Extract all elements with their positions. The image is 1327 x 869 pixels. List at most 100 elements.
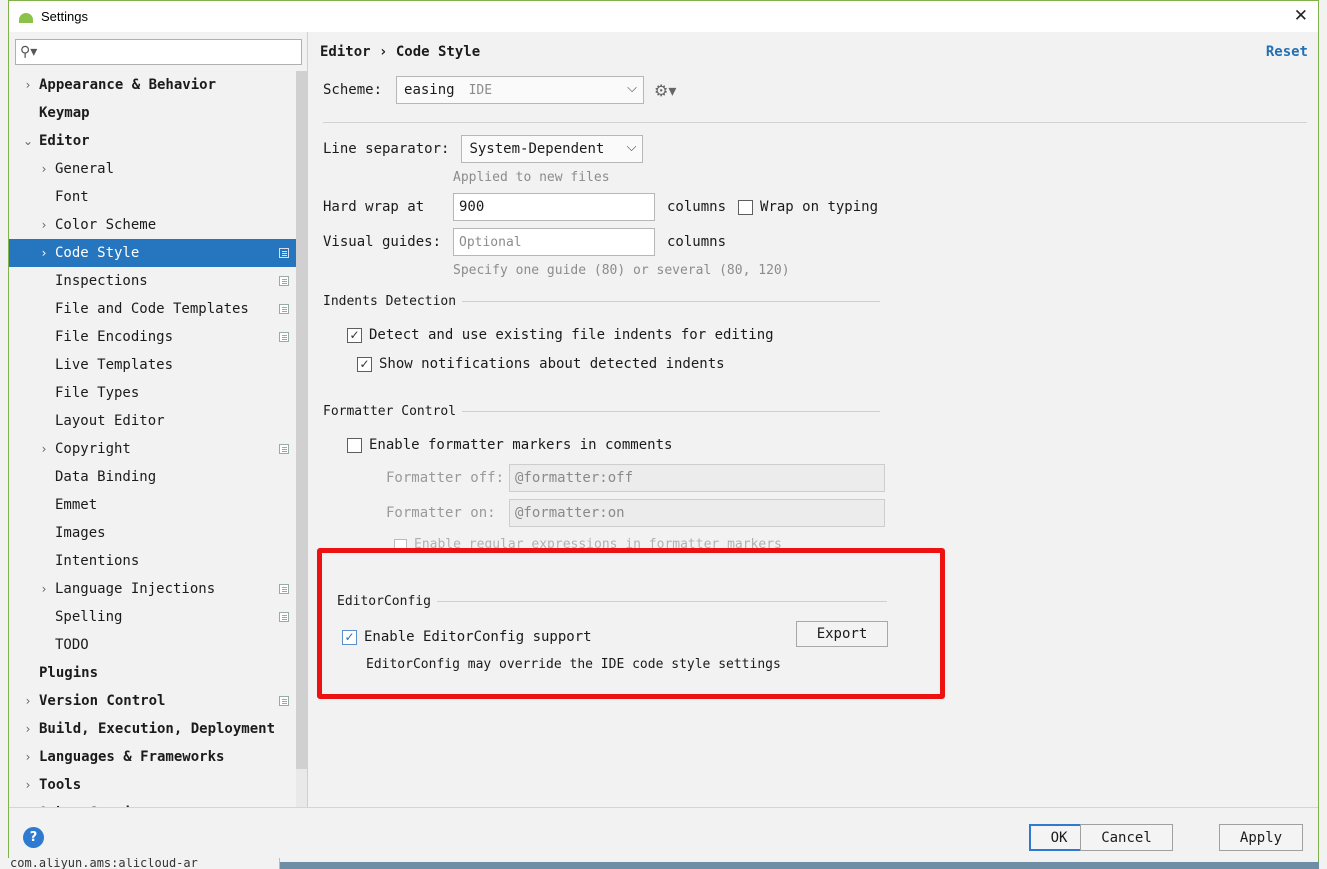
hard-wrap-input[interactable]: 900	[453, 193, 655, 221]
detect-indents-checkbox[interactable]: ✓	[347, 327, 362, 343]
sidebar-item[interactable]: Plugins	[9, 659, 296, 687]
chevron-right-icon[interactable]: ›	[23, 722, 33, 736]
visual-guides-input[interactable]: Optional	[453, 228, 655, 256]
sidebar-item[interactable]: TODO	[9, 631, 296, 659]
sidebar-item-label: General	[55, 161, 115, 177]
editorconfig-checkbox[interactable]: ✓	[342, 629, 357, 645]
chevron-right-icon[interactable]: ›	[23, 778, 33, 792]
project-scope-icon	[279, 696, 289, 706]
chevron-right-icon[interactable]: ›	[39, 162, 49, 176]
sidebar-item[interactable]: File Encodings	[9, 323, 296, 351]
formatter-off-input[interactable]: @formatter:off	[509, 464, 885, 492]
project-scope-icon	[279, 444, 289, 454]
line-separator-dropdown[interactable]: System-Dependent ⌵	[461, 135, 644, 163]
search-icon: ⚲▾	[20, 44, 38, 60]
cancel-button[interactable]: Cancel	[1080, 824, 1173, 851]
sidebar-item[interactable]: File Types	[9, 379, 296, 407]
chevron-right-icon[interactable]: ›	[39, 246, 49, 260]
background-status-text: com.aliyun.ams:alicloud-ar	[0, 858, 280, 869]
project-scope-icon	[279, 248, 289, 258]
sidebar-item-label: Intentions	[55, 553, 140, 569]
search-input[interactable]: ⚲▾	[15, 39, 302, 65]
sidebar-item-label: Copyright	[55, 441, 131, 457]
formatter-section-title: Formatter Control	[323, 404, 457, 419]
scrollbar-thumb[interactable]	[296, 71, 307, 769]
sidebar-item[interactable]: Font	[9, 183, 296, 211]
sidebar-item-label: File Encodings	[55, 329, 174, 345]
divider	[323, 122, 1307, 123]
sidebar-item[interactable]: Emmet	[9, 491, 296, 519]
export-button[interactable]: Export	[796, 621, 888, 647]
chevron-right-icon[interactable]: ›	[23, 750, 33, 764]
regex-checkbox[interactable]	[394, 539, 407, 548]
show-notifications-label: Show notifications about detected indent…	[379, 356, 725, 372]
sidebar-item[interactable]: › Copyright	[9, 435, 296, 463]
sidebar-scrollbar[interactable]	[296, 71, 307, 807]
enable-markers-checkbox[interactable]	[347, 437, 362, 453]
reset-link[interactable]: Reset	[1266, 44, 1308, 60]
regex-option[interactable]: Enable regular expressions in formatter …	[394, 537, 782, 548]
editorconfig-section-title: EditorConfig	[337, 594, 431, 609]
background-ide-right	[1319, 0, 1327, 869]
sidebar-item[interactable]: Live Templates	[9, 351, 296, 379]
sidebar-item-label: Build, Execution, Deployment	[39, 721, 276, 737]
visual-guides-label: Visual guides:	[323, 234, 442, 250]
sidebar-item[interactable]: › Appearance & Behavior	[9, 71, 296, 99]
sidebar-item[interactable]: Spelling	[9, 603, 296, 631]
window-title: Settings	[41, 9, 88, 24]
sidebar-item[interactable]: › Version Control	[9, 687, 296, 715]
visual-guides-columns-label: columns	[667, 234, 727, 250]
sidebar-item[interactable]: Layout Editor	[9, 407, 296, 435]
formatter-off-label: Formatter off:	[386, 470, 505, 486]
formatter-on-label: Formatter on:	[386, 505, 496, 521]
help-icon[interactable]: ?	[23, 827, 44, 848]
chevron-right-icon[interactable]: ›	[23, 78, 33, 92]
sidebar-item[interactable]: › Languages & Frameworks	[9, 743, 296, 771]
sidebar-item[interactable]: Inspections	[9, 267, 296, 295]
title-bar: Settings ✕	[9, 1, 1318, 32]
show-notifications-checkbox[interactable]: ✓	[357, 356, 372, 372]
sidebar-item[interactable]: › Color Scheme	[9, 211, 296, 239]
sidebar-item[interactable]: › Build, Execution, Deployment	[9, 715, 296, 743]
sidebar-item[interactable]: File and Code Templates	[9, 295, 296, 323]
sidebar-item[interactable]: ›Other Settings	[9, 799, 296, 807]
scheme-label: Scheme:	[323, 82, 383, 98]
section-divider	[436, 601, 887, 602]
settings-sidebar: ⚲▾ › Appearance & Behavior Keymap ⌄ Editor › G…	[9, 32, 308, 807]
sidebar-item[interactable]: Keymap	[9, 99, 296, 127]
sidebar-item-label: Languages & Frameworks	[39, 749, 225, 765]
gear-icon[interactable]: ⚙▾	[654, 81, 676, 100]
line-separator-value: System-Dependent	[469, 141, 605, 157]
sidebar-item[interactable]: › Code Style	[9, 239, 296, 267]
sidebar-item-label: File Types	[55, 385, 140, 401]
section-divider	[462, 301, 881, 302]
sidebar-item-label: Emmet	[55, 497, 98, 513]
sidebar-item[interactable]: › General	[9, 155, 296, 183]
formatter-on-input[interactable]: @formatter:on	[509, 499, 885, 527]
sidebar-item[interactable]: › Language Injections	[9, 575, 296, 603]
chevron-right-icon[interactable]: ›	[39, 442, 49, 456]
guides-hint: Specify one guide (80) or several (80, 1…	[453, 263, 790, 278]
sidebar-item[interactable]: Data Binding	[9, 463, 296, 491]
project-scope-icon	[279, 612, 289, 622]
project-scope-icon	[279, 276, 289, 286]
wrap-on-typing-checkbox[interactable]	[738, 199, 754, 215]
apply-button[interactable]: Apply	[1219, 824, 1303, 851]
sidebar-item[interactable]: Images	[9, 519, 296, 547]
settings-window: Settings ✕ ⚲▾ › Appearance & Behavior Keym…	[8, 0, 1319, 862]
sidebar-item[interactable]: › Tools	[9, 771, 296, 799]
sidebar-item-label: Keymap	[39, 105, 90, 121]
chevron-down-icon[interactable]: ⌄	[23, 134, 33, 148]
columns-label: columns	[667, 199, 727, 215]
sidebar-item[interactable]: Intentions	[9, 547, 296, 575]
scheme-dropdown[interactable]: easing IDE ⌵	[396, 76, 645, 104]
chevron-right-icon[interactable]: ›	[39, 218, 49, 232]
project-scope-icon	[279, 332, 289, 342]
chevron-right-icon[interactable]: ›	[23, 694, 33, 708]
sidebar-item-label: Layout Editor	[55, 413, 165, 429]
sidebar-item[interactable]: ⌄ Editor	[9, 127, 296, 155]
enable-markers-label: Enable formatter markers in comments	[369, 437, 673, 453]
chevron-right-icon[interactable]: ›	[39, 582, 49, 596]
close-icon[interactable]: ✕	[1294, 6, 1308, 26]
sidebar-item-label: Live Templates	[55, 357, 174, 373]
